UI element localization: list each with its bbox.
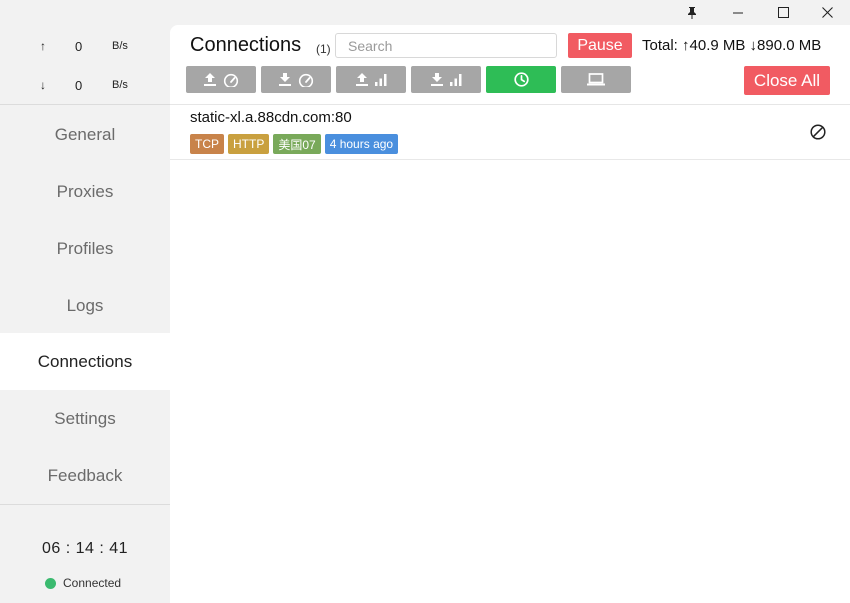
minimize-icon[interactable] <box>715 0 761 25</box>
cancel-circle-icon[interactable] <box>809 123 827 141</box>
type-tag: HTTP <box>228 134 270 154</box>
close-all-button[interactable]: Close All <box>744 66 830 95</box>
connection-status[interactable]: Connected <box>45 576 121 590</box>
uptime-clock: 06 : 14 : 41 <box>41 540 129 557</box>
connection-count: (1) <box>316 42 331 56</box>
search-input[interactable] <box>335 33 557 58</box>
connection-host: static-xl.a.88cdn.com:80 <box>190 109 352 126</box>
pause-button[interactable]: Pause <box>568 33 632 58</box>
download-speed-unit: B/s <box>112 79 128 91</box>
speedometer-icon <box>223 73 238 87</box>
sort-download-total-button[interactable] <box>411 66 481 93</box>
sidebar-item-feedback[interactable]: Feedback <box>0 447 170 504</box>
upload-speed: ↑ 0 B/s <box>0 37 170 57</box>
sidebar-item-proxies[interactable]: Proxies <box>0 163 170 220</box>
sidebar-divider <box>0 104 170 105</box>
bar-chart-icon <box>374 73 386 86</box>
upload-icon <box>203 73 216 86</box>
laptop-icon <box>587 73 605 86</box>
sort-upload-total-button[interactable] <box>336 66 406 93</box>
sort-download-speed-button[interactable] <box>261 66 331 93</box>
title-bar <box>0 0 850 25</box>
upload-arrow-icon: ↑ <box>40 39 46 53</box>
upload-speed-value: 0 <box>75 39 83 54</box>
bar-chart-icon <box>449 73 461 86</box>
network-tag: TCP <box>190 134 224 154</box>
clock-icon <box>513 72 529 87</box>
sort-source-button[interactable] <box>561 66 631 93</box>
upload-speed-unit: B/s <box>112 40 128 52</box>
table-row[interactable]: static-xl.a.88cdn.com:80 TCP HTTP 美国07 4… <box>170 105 850 160</box>
upload-icon <box>355 73 368 86</box>
sidebar-item-settings[interactable]: Settings <box>0 390 170 447</box>
download-icon <box>278 73 291 86</box>
close-icon[interactable] <box>804 0 850 25</box>
maximize-icon[interactable] <box>760 0 806 25</box>
download-speed: ↓ 0 B/s <box>0 76 170 96</box>
proxy-tag: 美国07 <box>273 134 321 154</box>
download-speed-value: 0 <box>75 78 83 93</box>
sort-time-button[interactable] <box>486 66 556 93</box>
status-dot-icon <box>45 577 56 589</box>
connection-status-label: Connected <box>63 576 122 590</box>
pin-icon[interactable] <box>669 0 715 25</box>
sidebar: ↑ 0 B/s ↓ 0 B/s General Proxies Profiles… <box>0 25 170 603</box>
speedometer-icon <box>298 73 313 87</box>
sidebar-item-logs[interactable]: Logs <box>0 277 170 334</box>
page-title: Connections <box>190 34 302 56</box>
sidebar-item-profiles[interactable]: Profiles <box>0 220 170 277</box>
sidebar-item-connections[interactable]: Connections <box>0 333 170 390</box>
sidebar-divider <box>0 504 170 505</box>
connection-tags: TCP HTTP 美国07 4 hours ago <box>190 134 399 154</box>
traffic-total: Total: ↑40.9 MB ↓890.0 MB <box>642 37 822 54</box>
sidebar-item-general[interactable]: General <box>0 106 170 163</box>
download-icon <box>430 73 443 86</box>
sort-upload-speed-button[interactable] <box>186 66 256 93</box>
download-arrow-icon: ↓ <box>40 78 46 92</box>
time-tag: 4 hours ago <box>324 134 399 154</box>
main-panel: Connections (1) Pause Total: ↑40.9 MB ↓8… <box>170 25 850 603</box>
